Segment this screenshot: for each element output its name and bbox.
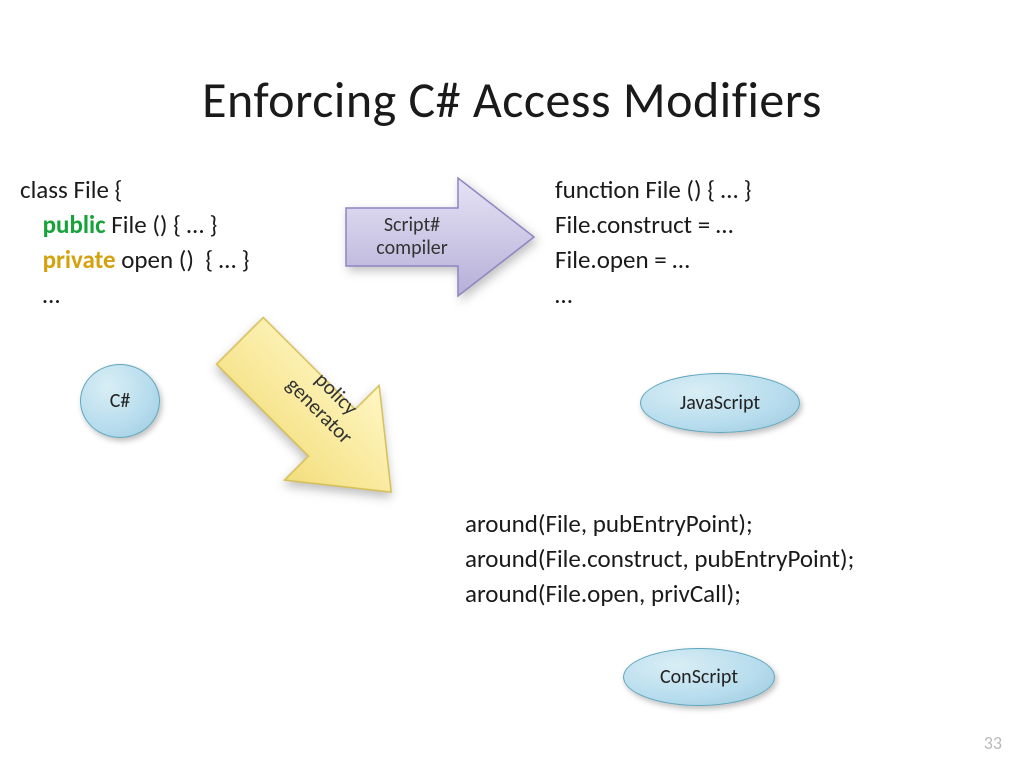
javascript-code-block: function File () { … } File.construct = … bbox=[555, 172, 752, 312]
csharp-line-3-rest: open () { … } bbox=[116, 244, 250, 275]
js-line-4: … bbox=[555, 279, 572, 310]
page-number: 33 bbox=[984, 732, 1002, 754]
slide: Enforcing C# Access Modifiers class File… bbox=[0, 0, 1024, 768]
csharp-line-4: … bbox=[20, 279, 60, 310]
conscript-line-3: around(File.open, privCall); bbox=[465, 578, 741, 609]
js-line-1: function File () { … } bbox=[555, 174, 752, 205]
keyword-private: private bbox=[43, 244, 116, 275]
slide-title: Enforcing C# Access Modifiers bbox=[0, 70, 1024, 131]
conscript-bubble-label: ConScript bbox=[660, 665, 738, 689]
compiler-arrow-icon bbox=[338, 172, 538, 302]
conscript-code-block: around(File, pubEntryPoint); around(File… bbox=[465, 506, 854, 611]
csharp-line-2-rest: File () { … } bbox=[106, 209, 218, 240]
csharp-bubble: C# bbox=[80, 364, 160, 438]
policy-arrow-icon bbox=[180, 281, 449, 550]
js-line-2: File.construct = … bbox=[555, 209, 733, 240]
conscript-bubble: ConScript bbox=[623, 648, 775, 706]
javascript-bubble: JavaScript bbox=[640, 373, 800, 433]
keyword-public: public bbox=[43, 209, 106, 240]
csharp-bubble-label: C# bbox=[110, 389, 131, 413]
js-line-3: File.open = … bbox=[555, 244, 690, 275]
conscript-line-1: around(File, pubEntryPoint); bbox=[465, 508, 753, 539]
csharp-code-block: class File { public File () { … } privat… bbox=[20, 172, 250, 312]
conscript-line-2: around(File.construct, pubEntryPoint); bbox=[465, 543, 854, 574]
csharp-line-1: class File { bbox=[20, 174, 122, 205]
javascript-bubble-label: JavaScript bbox=[680, 391, 760, 415]
